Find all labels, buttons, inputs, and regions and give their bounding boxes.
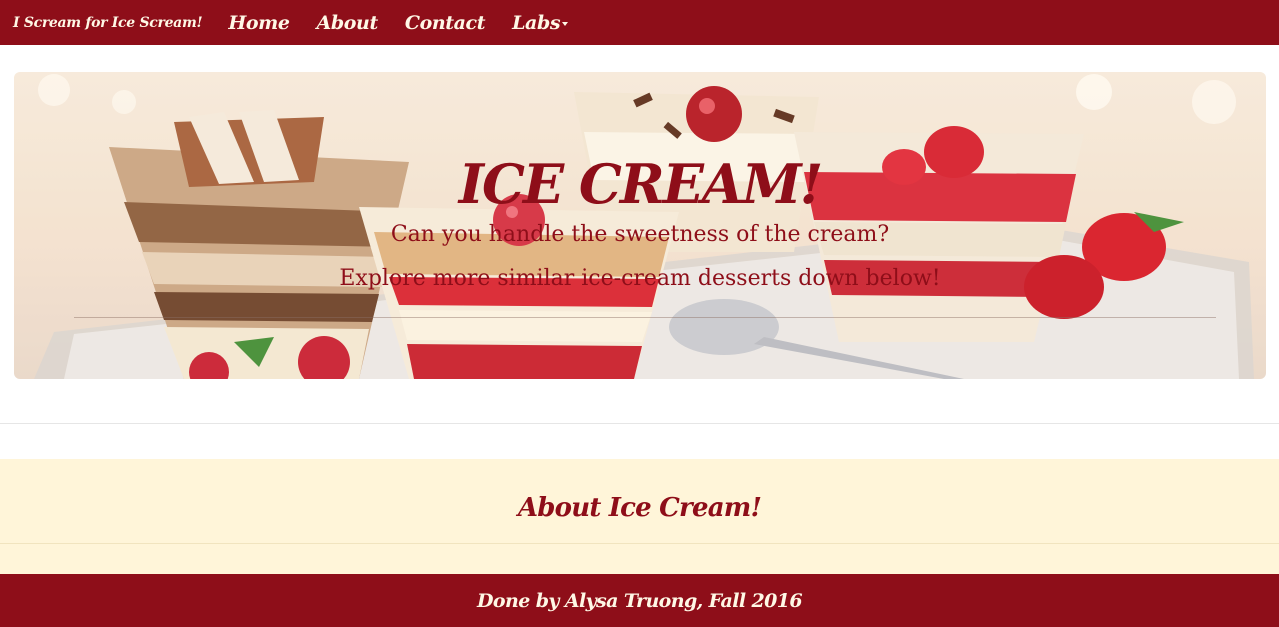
nav-about-link[interactable]: About	[317, 12, 379, 34]
nav-labs-label: Labs	[512, 11, 561, 34]
hero-tagline-2: Explore more similar ice-cream desserts …	[339, 266, 941, 291]
about-section: About Ice Cream!	[0, 459, 1279, 574]
about-title: About Ice Cream!	[517, 493, 762, 523]
nav-contact-link[interactable]: Contact	[405, 12, 486, 34]
section-divider	[0, 423, 1279, 424]
nav-labs-dropdown[interactable]: Labs	[512, 11, 569, 34]
hero-jumbotron: ICE CREAM! Can you handle the sweetness …	[14, 72, 1266, 379]
nav-home-link[interactable]: Home	[228, 12, 290, 34]
caret-down-icon	[562, 21, 569, 26]
hero-title: ICE CREAM!	[458, 152, 824, 216]
hero-tagline-1: Can you handle the sweetness of the crea…	[390, 222, 890, 247]
page-footer: Done by Alysa Truong, Fall 2016	[0, 574, 1279, 627]
about-divider	[0, 543, 1279, 544]
nav-links: Home About Contact Labs	[228, 12, 595, 34]
footer-credit: Done by Alysa Truong, Fall 2016	[477, 589, 803, 612]
hero-divider	[74, 317, 1216, 318]
top-navbar: I Scream for Ice Scream! Home About Cont…	[0, 0, 1279, 45]
brand-link[interactable]: I Scream for Ice Scream!	[13, 15, 203, 31]
